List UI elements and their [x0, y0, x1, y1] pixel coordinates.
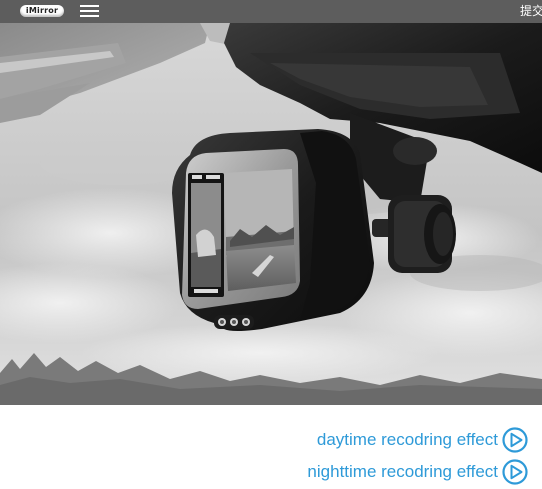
- hero-image: [0, 23, 542, 405]
- submit-link[interactable]: 提交: [520, 4, 542, 18]
- daytime-recording-label: daytime recodring effect: [316, 430, 498, 449]
- play-circle-icon[interactable]: [502, 427, 528, 453]
- menu-line: [80, 5, 99, 7]
- nighttime-recording-link[interactable]: nighttime recodring effect: [307, 458, 528, 486]
- daytime-recording-link[interactable]: daytime recodring effect: [317, 426, 528, 454]
- imirror-logo[interactable]: iMirror: [20, 5, 64, 17]
- menu-line: [80, 15, 99, 17]
- page: iMirror 提交 daytime recodring effect nigh…: [0, 0, 542, 489]
- hero-photo: [0, 23, 542, 405]
- play-circle-icon[interactable]: [502, 459, 528, 485]
- menu-line: [80, 10, 99, 12]
- nighttime-recording-label: nighttime recodring effect: [307, 462, 498, 481]
- hamburger-menu-icon[interactable]: [80, 5, 99, 18]
- top-bar: iMirror 提交: [0, 0, 542, 23]
